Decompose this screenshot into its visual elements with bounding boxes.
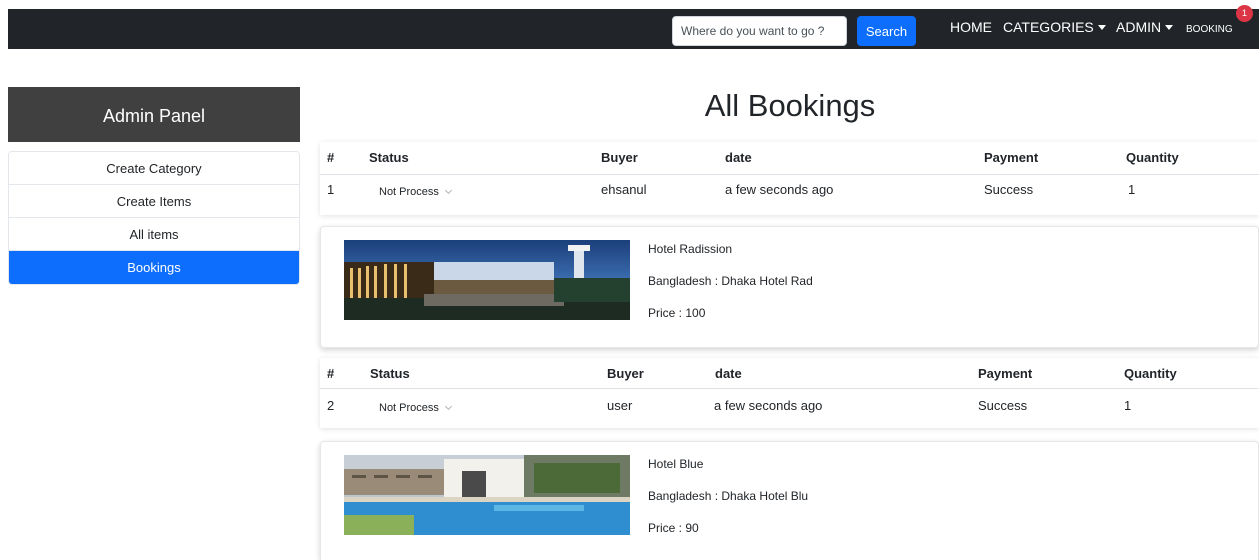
item-location: Bangladesh : Dhaka Hotel Blu	[648, 489, 809, 503]
column-header-quantity: Quantity	[1126, 150, 1179, 165]
booking-index: 1	[327, 182, 335, 197]
booking-payment: Success	[978, 398, 1028, 413]
status-value: Not Process	[379, 402, 439, 414]
admin-panel-header: Admin Panel	[8, 87, 300, 142]
sidebar-item-all-items[interactable]: All items	[9, 218, 299, 251]
item-price: Price : 100	[648, 306, 706, 320]
booking-table: # Status Buyer date Payment Quantity 1 N…	[320, 142, 1259, 215]
page-title: All Bookings	[704, 88, 876, 123]
hotel-image	[344, 240, 630, 320]
column-header-index: #	[327, 366, 335, 381]
caret-down-icon	[1097, 24, 1106, 30]
booked-item-card: Hotel Radission Bangladesh : Dhaka Hotel…	[320, 226, 1259, 348]
column-header-quantity: Quantity	[1124, 366, 1177, 381]
booking-buyer: ehsanul	[601, 182, 647, 197]
nav-categories-dropdown[interactable]: CATEGORIES	[1003, 18, 1106, 36]
column-header-status: Status	[369, 150, 409, 165]
column-header-buyer: Buyer	[607, 366, 644, 381]
column-header-date: date	[715, 366, 742, 381]
column-header-date: date	[725, 150, 752, 165]
hotel-radission-image	[344, 240, 630, 320]
nav-admin-label: ADMIN	[1116, 19, 1162, 35]
nav-home-label: HOME	[950, 19, 992, 35]
status-select[interactable]: Not Process	[379, 186, 452, 198]
booking-payment: Success	[984, 182, 1034, 197]
column-header-payment: Payment	[978, 366, 1033, 381]
status-value: Not Process	[379, 186, 439, 198]
admin-sidebar: Create Category Create Items All items B…	[8, 151, 300, 285]
search-button[interactable]: Search	[857, 16, 916, 46]
chevron-down-icon	[444, 186, 452, 195]
item-price: Price : 90	[648, 521, 699, 535]
item-location: Bangladesh : Dhaka Hotel Rad	[648, 274, 813, 288]
row-divider	[320, 174, 1259, 175]
column-header-payment: Payment	[984, 150, 1039, 165]
row-divider	[320, 388, 1259, 389]
chevron-down-icon	[444, 402, 452, 411]
booked-item-card: Hotel Blue Bangladesh : Dhaka Hotel Blu …	[320, 441, 1259, 560]
admin-panel-title: Admin Panel	[102, 106, 206, 126]
item-name: Hotel Blue	[648, 457, 704, 471]
column-header-index: #	[327, 150, 335, 165]
hotel-image	[344, 455, 630, 535]
booking-quantity: 1	[1128, 182, 1136, 197]
booking-index: 2	[327, 398, 335, 413]
nav-booking-link[interactable]: BOOKING	[1186, 21, 1233, 39]
nav-admin-dropdown[interactable]: ADMIN	[1116, 18, 1174, 36]
booking-table: # Status Buyer date Payment Quantity 2 N…	[320, 358, 1259, 428]
nav-categories-label: CATEGORIES	[1003, 19, 1094, 35]
sidebar-item-create-items[interactable]: Create Items	[9, 185, 299, 218]
booking-count-badge: 1	[1236, 5, 1253, 22]
sidebar-item-bookings[interactable]: Bookings	[9, 251, 299, 284]
booking-date: a few seconds ago	[714, 398, 823, 413]
hotel-blue-image	[344, 455, 630, 535]
booking-buyer: user	[607, 398, 633, 413]
booking-quantity: 1	[1124, 398, 1132, 413]
nav-home-link[interactable]: HOME	[950, 18, 992, 36]
item-name: Hotel Radission	[648, 242, 733, 256]
sidebar-item-create-category[interactable]: Create Category	[9, 152, 299, 185]
search-input[interactable]	[672, 16, 847, 46]
status-select[interactable]: Not Process	[379, 402, 452, 414]
caret-down-icon	[1165, 24, 1174, 30]
booking-date: a few seconds ago	[725, 182, 834, 197]
column-header-buyer: Buyer	[601, 150, 638, 165]
column-header-status: Status	[370, 366, 410, 381]
nav-booking-label: BOOKING	[1186, 24, 1233, 35]
